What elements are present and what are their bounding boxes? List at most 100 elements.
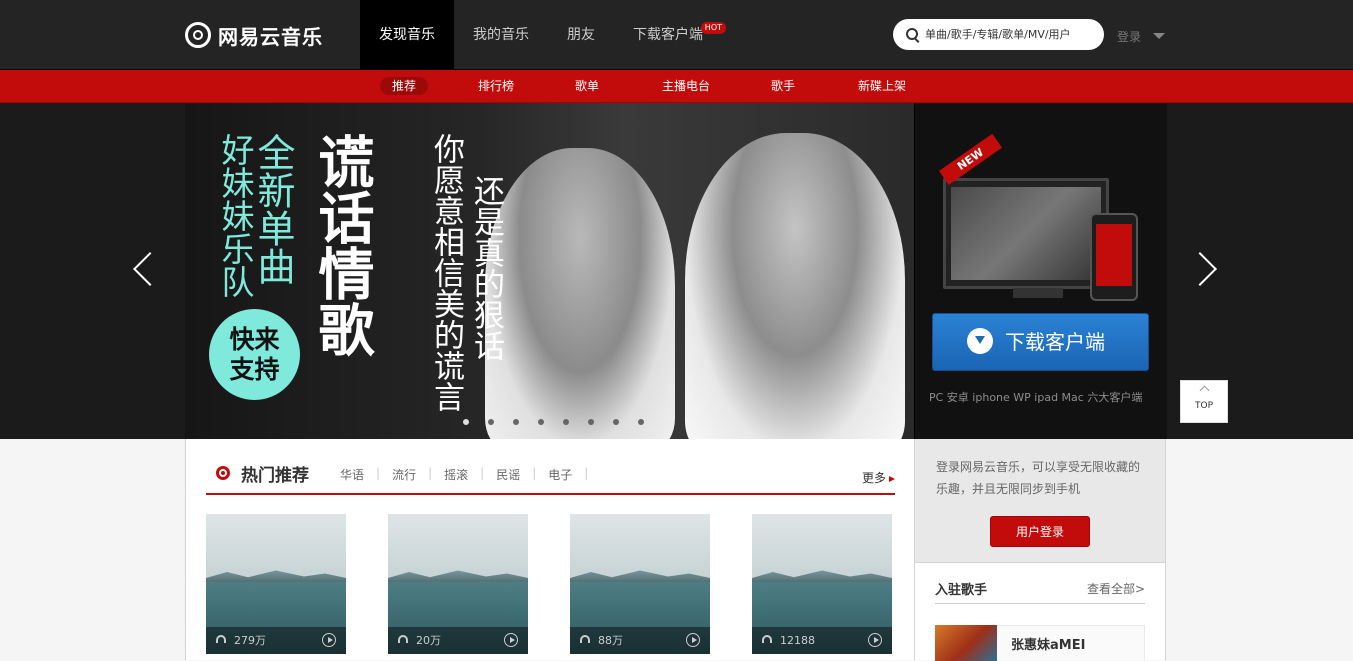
headphones-icon [580, 635, 590, 643]
genre-tabs: 华语 | 流行 | 摇滚 | 民谣 | 电子 | [340, 466, 600, 483]
record-icon [216, 466, 230, 480]
subnav-label: 新碟上架 [857, 79, 906, 93]
arrow-right-icon[interactable] [889, 476, 895, 482]
subnav-new-album[interactable]: 新碟上架 [846, 70, 918, 102]
topnav-label: 朋友 [567, 27, 595, 43]
singers-header: 入驻歌手 查看全部> [935, 579, 1145, 604]
avatar [935, 625, 997, 661]
tab-divider: | [480, 466, 485, 480]
play-count: 279万 [234, 634, 266, 647]
phone-illustration [1090, 213, 1138, 301]
hot-badge: HOT [700, 22, 726, 34]
brand-name: 网易云音乐 [218, 24, 323, 49]
sidebar: 登录网易云音乐，可以享受无限收藏的乐趣，并且无限同步到手机 用户登录 入驻歌手 … [914, 439, 1166, 661]
playlist-card[interactable]: 20万 [388, 514, 528, 654]
sub-nav: 推荐 排行榜 歌单 主播电台 歌手 新碟上架 [0, 70, 1353, 103]
play-count: 12188 [780, 634, 815, 647]
user-login-button[interactable]: 用户登录 [990, 516, 1090, 547]
singers-title: 入驻歌手 [935, 583, 988, 598]
genre-tab[interactable]: 民谣 [496, 466, 520, 483]
banner-song-title: 谎话情歌 [309, 133, 375, 357]
login-link[interactable]: 登录 [1117, 28, 1141, 45]
carousel-dot[interactable] [613, 419, 619, 425]
topnav-discover[interactable]: 发现音乐 [360, 0, 454, 69]
banner-slide[interactable]: 好妹妹乐队 全新单曲 快来 支持 谎话情歌 你愿意相信美的谎言 还是真的狠话 [185, 103, 914, 439]
play-icon[interactable] [504, 633, 518, 647]
topnav-label: 下载客户端 [633, 27, 703, 43]
chevron-up-icon [1199, 385, 1209, 396]
banner-subtitle: 全新单曲 [251, 133, 295, 285]
chevron-right-icon[interactable] [1196, 249, 1218, 289]
topnav-friends[interactable]: 朋友 [548, 0, 614, 69]
chevron-down-icon[interactable] [1153, 33, 1165, 39]
play-icon[interactable] [686, 633, 700, 647]
view-all-link[interactable]: 查看全部> [1087, 580, 1145, 597]
subnav-playlist[interactable]: 歌单 [565, 70, 609, 102]
subnav-label: 排行榜 [477, 79, 514, 93]
playlist-card[interactable]: 88万 [570, 514, 710, 654]
headphones-icon [398, 635, 408, 643]
subnav-radio[interactable]: 主播电台 [648, 70, 724, 102]
playlist-stats: 12188 [752, 627, 892, 654]
logo[interactable]: 网易云音乐 [185, 20, 323, 50]
carousel-dot[interactable] [638, 419, 644, 425]
banner-support-badge: 快来 支持 [209, 309, 300, 400]
play-count: 20万 [416, 634, 441, 647]
play-icon[interactable] [322, 633, 336, 647]
playlist-card[interactable]: 12188 [752, 514, 892, 654]
banner-tagline-1: 你愿意相信美的谎言 [428, 133, 464, 412]
carousel-dot[interactable] [488, 419, 494, 425]
monitor-stand [1013, 288, 1063, 298]
subnav-toplist[interactable]: 排行榜 [466, 70, 526, 102]
subnav-artist[interactable]: 歌手 [761, 70, 805, 102]
topnav-label: 我的音乐 [473, 27, 529, 43]
artist-photo-right [685, 133, 905, 439]
subnav-label: 歌手 [770, 79, 795, 93]
badge-line: 快来 [229, 324, 280, 354]
genre-tab[interactable]: 华语 [340, 466, 364, 483]
playlist-card[interactable]: 279万 [206, 514, 346, 654]
play-icon[interactable] [868, 633, 882, 647]
download-button-label: 下载客户端 [1005, 330, 1105, 354]
back-to-top-button[interactable]: TOP [1180, 380, 1228, 423]
subnav-recommend[interactable]: 推荐 [378, 70, 430, 102]
tab-divider: | [584, 466, 589, 480]
headphones-icon [762, 635, 772, 643]
topnav-label: 发现音乐 [379, 27, 435, 43]
back-to-top-label: TOP [1194, 401, 1213, 411]
download-client-button[interactable]: 下载客户端 [932, 313, 1149, 371]
topnav-my-music[interactable]: 我的音乐 [454, 0, 548, 69]
headphones-icon [216, 635, 226, 643]
top-bar: 网易云音乐 发现音乐 我的音乐 朋友 下载客户端HOT 登录 [0, 0, 1353, 70]
artist-photo-left [485, 148, 675, 439]
subnav-label: 主播电台 [661, 79, 710, 93]
genre-tab[interactable]: 电子 [548, 466, 572, 483]
genre-tab[interactable]: 摇滚 [444, 466, 468, 483]
singer-item[interactable]: 张惠妹aMEI [935, 625, 1145, 661]
search-box [893, 19, 1104, 50]
search-icon [906, 28, 918, 40]
badge-line: 支持 [229, 354, 280, 384]
section-header: 热门推荐 华语 | 流行 | 摇滚 | 民谣 | 电子 | 更多 [206, 454, 895, 495]
playlist-stats: 279万 [206, 627, 346, 654]
login-box: 登录网易云音乐，可以享受无限收藏的乐趣，并且无限同步到手机 用户登录 [915, 439, 1165, 563]
download-icon [967, 328, 993, 354]
tab-divider: | [428, 466, 433, 480]
more-link[interactable]: 更多 [862, 469, 886, 486]
login-tip: 登录网易云音乐，可以享受无限收藏的乐趣，并且无限同步到手机 [936, 460, 1141, 496]
carousel-dot[interactable] [588, 419, 594, 425]
carousel-dot[interactable] [463, 419, 469, 425]
music-logo-icon [185, 22, 211, 48]
hot-recommend-section: 热门推荐 华语 | 流行 | 摇滚 | 民谣 | 电子 | 更多 279万 20万 [185, 439, 914, 660]
carousel-dots [463, 419, 644, 425]
genre-tab[interactable]: 流行 [392, 466, 416, 483]
carousel-dot[interactable] [563, 419, 569, 425]
download-panel: NEW 下载客户端 PC 安卓 iphone WP ipad Mac 六大客户端 [914, 103, 1167, 439]
section-title: 热门推荐 [241, 466, 309, 486]
search-input[interactable] [925, 26, 1097, 43]
topnav-download[interactable]: 下载客户端 HOT [614, 0, 726, 69]
chevron-left-icon[interactable] [130, 249, 152, 289]
carousel-dot[interactable] [513, 419, 519, 425]
tab-divider: | [376, 466, 381, 480]
carousel-dot[interactable] [538, 419, 544, 425]
